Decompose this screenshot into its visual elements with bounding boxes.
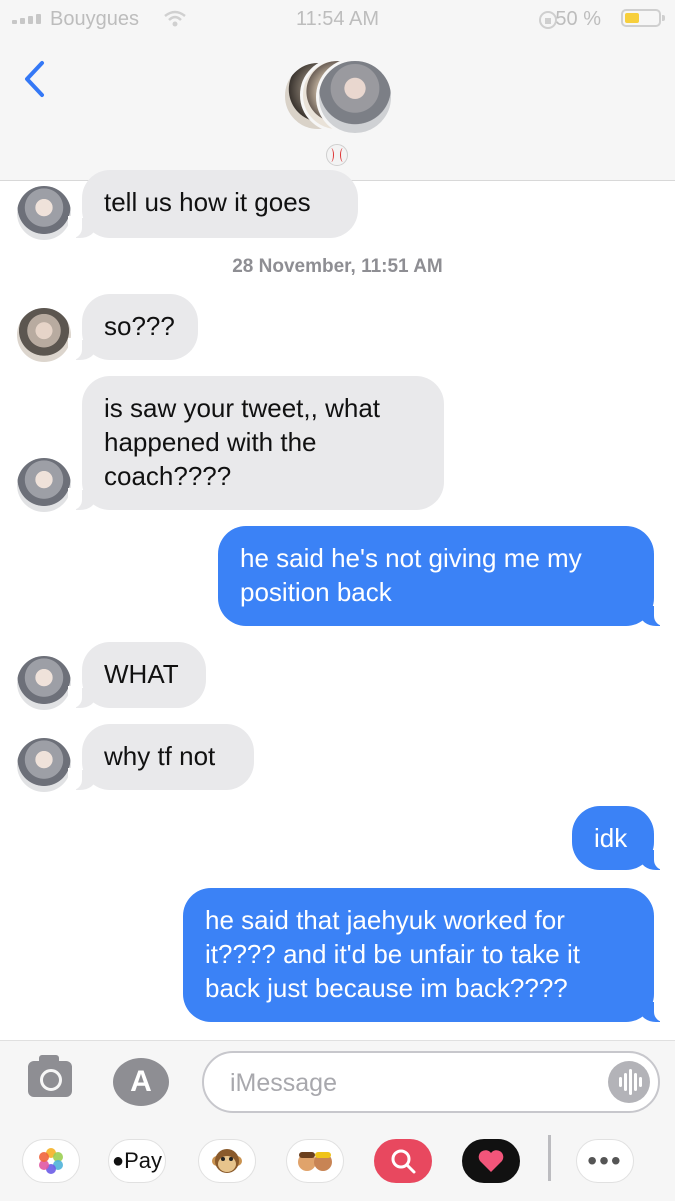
audio-waveform-icon[interactable] [608, 1061, 650, 1103]
app-store-icon[interactable]: A [113, 1058, 169, 1106]
conversation-header [0, 40, 675, 181]
message-bubble-received[interactable]: WHAT [68, 642, 206, 708]
message-text: why tf not [104, 741, 216, 771]
message-placeholder: iMessage [230, 1069, 337, 1097]
sender-avatar[interactable] [17, 458, 71, 512]
apple-pay-button[interactable]: ● Pay [108, 1139, 166, 1183]
more-apps-icon[interactable]: ••• [576, 1139, 634, 1183]
photos-app-icon[interactable] [22, 1139, 80, 1183]
ellipsis-icon: ••• [587, 1145, 623, 1176]
message-text: so??? [104, 311, 175, 341]
apple-pay-label: Pay [124, 1148, 162, 1173]
message-text: idk [594, 823, 628, 853]
photos-flower-icon [39, 1148, 63, 1174]
member-avatar [316, 58, 394, 136]
status-bar: Bouygues 11:54 AM 50 % [0, 0, 675, 40]
message-text: WHAT [104, 659, 179, 689]
sender-avatar[interactable] [17, 186, 71, 240]
magnifier-globe-icon [391, 1149, 416, 1174]
baseball-icon[interactable] [326, 144, 348, 166]
monkey-face-icon [212, 1149, 242, 1173]
message-bubble-sent[interactable]: he said he's not giving me my position b… [218, 526, 668, 626]
battery-percent: 50 % [555, 8, 601, 30]
sender-avatar[interactable] [17, 308, 71, 362]
chevron-left-icon[interactable] [22, 60, 46, 98]
camera-icon[interactable] [28, 1055, 72, 1097]
message-input[interactable]: iMessage [202, 1051, 660, 1113]
message-text: he said that jaehyuk worked for it???? a… [205, 905, 580, 1003]
memoji-icon[interactable] [286, 1139, 344, 1183]
apple-logo-icon: ● [111, 1149, 125, 1172]
message-bubble-received[interactable]: so??? [68, 294, 198, 360]
composer-bar: A iMessage ● Pay ••• [0, 1040, 675, 1201]
message-text: he said he's not giving me my position b… [240, 543, 582, 607]
message-bubble-sent[interactable]: he said that jaehyuk worked for it???? a… [183, 888, 668, 1022]
heart-icon [478, 1150, 504, 1172]
app-drawer: ● Pay ••• [0, 1135, 675, 1183]
message-bubble-received[interactable]: tell us how it goes [68, 170, 358, 238]
message-bubble-received[interactable]: why tf not [68, 724, 254, 790]
memoji-faces-icon [298, 1152, 332, 1171]
message-bubble-received[interactable]: is saw your tweet,, what happened with t… [68, 376, 444, 510]
sender-avatar[interactable] [17, 656, 71, 710]
digital-touch-icon[interactable] [462, 1139, 520, 1183]
monkey-animoji-icon[interactable] [198, 1139, 256, 1183]
message-bubble-sent[interactable]: idk [572, 806, 668, 870]
message-text: is saw your tweet,, what happened with t… [104, 393, 380, 491]
group-avatar[interactable] [282, 58, 402, 138]
tray-divider [548, 1135, 551, 1181]
message-text: tell us how it goes [104, 187, 311, 217]
message-timestamp: 28 November, 11:51 AM [232, 256, 443, 277]
web-search-icon[interactable] [374, 1139, 432, 1183]
battery-icon [621, 9, 665, 27]
sender-avatar[interactable] [17, 738, 71, 792]
